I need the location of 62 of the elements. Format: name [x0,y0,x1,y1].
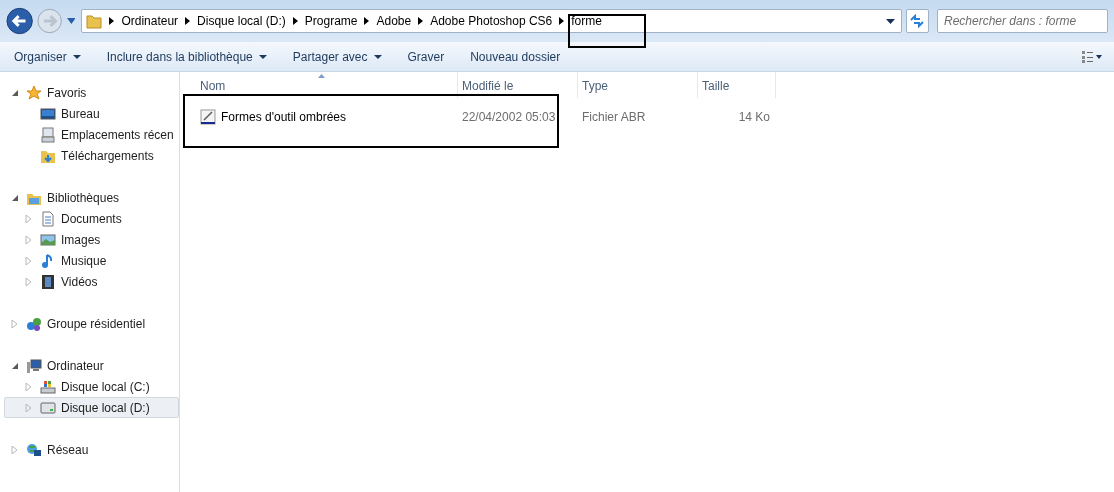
sort-indicator-icon [318,74,325,78]
table-cell-text: 14 Ko [738,109,770,126]
history-dropdown-icon[interactable] [66,18,76,24]
brush-file-icon [200,109,216,125]
refresh-icon [909,14,926,28]
toolbar-button[interactable]: Partager avec [290,45,384,68]
search-field[interactable]: Rechercher dans : forme [937,9,1108,33]
dropdown-icon [258,54,267,59]
column-header[interactable]: Modifié le [458,72,578,98]
chevron-icon[interactable] [364,17,370,25]
document-icon [40,210,56,227]
nav-item[interactable]: Favoris [4,82,179,103]
dropdown-icon[interactable] [885,18,895,24]
refresh-button[interactable] [905,9,929,33]
breadcrumb[interactable]: forme [571,12,602,30]
drive-icon [40,399,56,416]
dropdown-icon [373,54,382,59]
breadcrumb[interactable]: Ordinateur [121,12,179,30]
table-cell-text: Fichier ABR [582,109,646,126]
desktop-icon [40,105,56,122]
nav-item[interactable]: Téléchargements [4,145,179,166]
nav-item[interactable]: Ordinateur [4,355,179,376]
expander-icon[interactable] [11,361,19,370]
nav-item[interactable]: Musique [4,250,179,271]
toolbar-button[interactable]: Graver [405,45,447,68]
column-header[interactable]: Taille [698,72,776,98]
table-cell[interactable]: Formes d'outil ombrées [221,108,346,126]
breadcrumb[interactable]: Adobe Photoshop CS6 [430,12,553,30]
folder-icon [86,13,103,29]
dropdown-icon [72,54,81,59]
expander-icon[interactable] [11,88,19,97]
address-bar[interactable]: Ordinateur Disque local (D:) Programe Adobe Adobe Photoshop CS6 forme [81,9,902,33]
breadcrumb[interactable]: Adobe [376,12,412,30]
nav-item[interactable]: Bureau [4,103,179,124]
chevron-icon[interactable] [109,17,115,25]
nav-item[interactable]: Emplacements récen [4,124,179,145]
view-options-icon[interactable] [1082,50,1102,63]
computer-icon [26,357,42,374]
table-cell-text: 22/04/2002 05:03 [462,109,556,126]
image-icon [40,231,56,248]
back-button[interactable] [6,7,34,35]
column-header[interactable]: Nom [196,72,458,98]
nav-item[interactable]: Vidéos [4,271,179,292]
nav-item[interactable]: Images [4,229,179,250]
toolbar-button[interactable]: Nouveau dossier [468,45,563,68]
chevron-icon[interactable] [559,17,565,25]
breadcrumb[interactable]: Disque local (D:) [197,12,286,30]
chevron-icon[interactable] [185,17,191,25]
chevron-icon[interactable] [292,17,298,25]
breadcrumb[interactable]: Programe [304,12,358,30]
column-header[interactable]: Type [578,72,698,98]
toolbar-button[interactable]: Organiser [12,45,83,68]
nav-item[interactable]: Bibliothèques [4,187,179,208]
nav-item[interactable]: Groupe résidentiel [4,313,179,334]
toolbar-button[interactable]: Inclure dans la bibliothèque [104,45,269,68]
expander-icon[interactable] [11,193,19,202]
nav-item[interactable]: Réseau [4,439,179,460]
nav-item[interactable]: Documents [4,208,179,229]
chevron-icon[interactable] [418,17,424,25]
nav-item[interactable]: Disque local (D:) [4,397,179,418]
nav-item[interactable]: Disque local (C:) [4,376,179,397]
star-icon [26,84,42,101]
